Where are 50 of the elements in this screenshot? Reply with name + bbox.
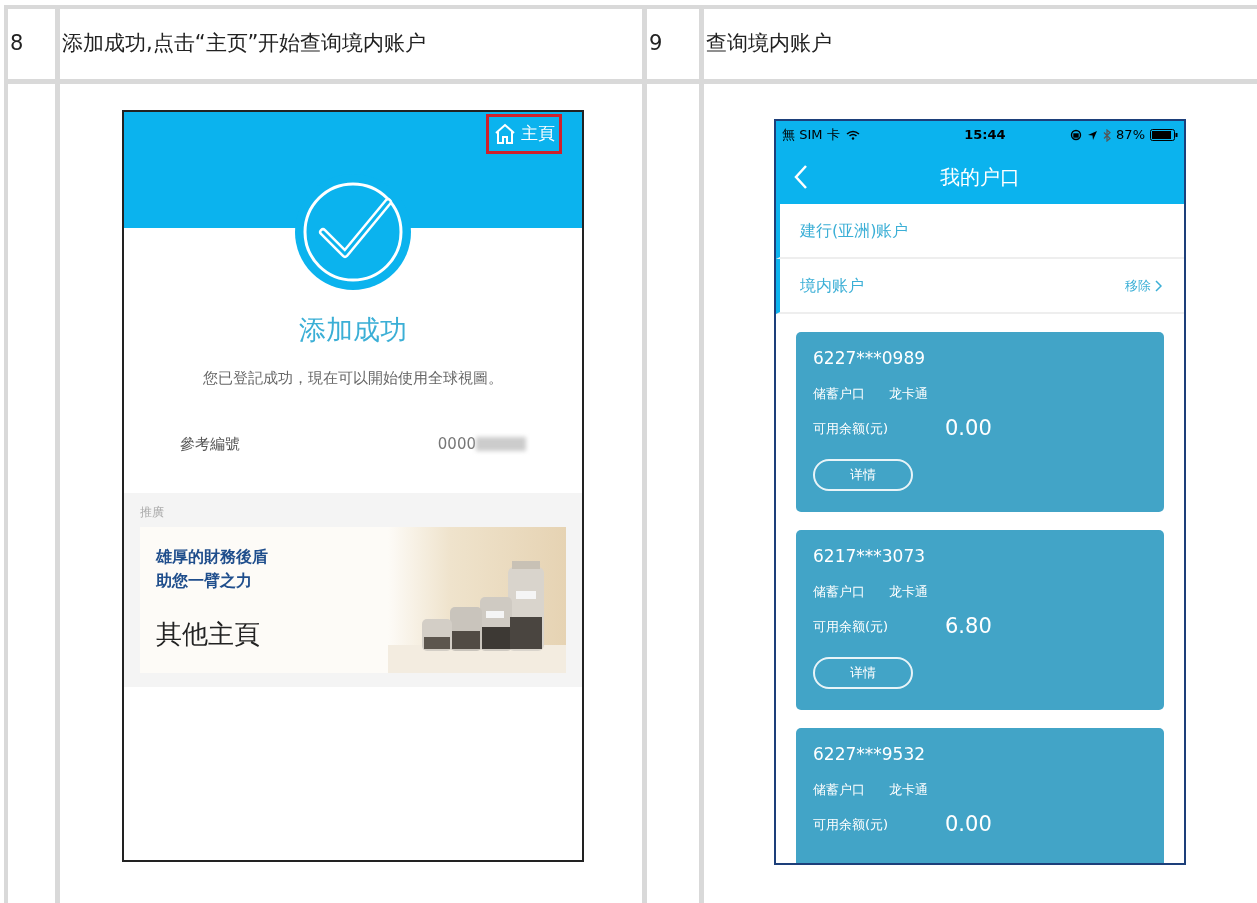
details-button[interactable]: 详情 (813, 656, 913, 689)
account-type: 储蓄户口 (813, 384, 865, 403)
promo-slogan: 助您一臂之力 (156, 570, 253, 592)
back-icon[interactable] (794, 163, 808, 190)
chevron-right-icon (1155, 279, 1162, 292)
balance-amount: 0.00 (945, 811, 992, 838)
account-number: 6217***3073 (813, 545, 927, 568)
account-number: 6227***0989 (813, 347, 927, 370)
promo-heading: 推廣 (140, 504, 165, 521)
redaction-blur (476, 437, 526, 451)
balance-amount: 0.00 (945, 415, 992, 442)
balance-label: 可用余额(元) (813, 618, 890, 636)
promo-link[interactable]: 其他主頁 (156, 615, 268, 654)
account-card[interactable]: 6227***0989 储蓄户口 龙卡通 可用余额(元) 0.00 详情 (796, 332, 1164, 512)
remove-link[interactable]: 移除 (1125, 275, 1162, 296)
clock-text: 15:44 (964, 126, 1006, 145)
screen-title: 我的户口 (939, 163, 1021, 191)
home-icon (493, 122, 517, 146)
carrier-text: 無 SIM 卡 (782, 126, 840, 145)
account-number: 6227***9532 (813, 743, 927, 766)
home-link[interactable]: 主頁 (486, 114, 562, 154)
wifi-icon (845, 130, 860, 140)
success-message: 您已登記成功，現在可以開始使用全球視圖。 (202, 367, 504, 389)
promo-slogan: 雄厚的財務後盾 (156, 546, 268, 568)
account-card[interactable]: 6227***9532 储蓄户口 龙卡通 可用余额(元) 0.00 (796, 728, 1164, 863)
reference-label: 參考編號 (180, 433, 240, 455)
section-row[interactable]: 建行(亚洲)账户 (776, 204, 1184, 259)
step-number: 9 (647, 9, 699, 79)
card-product: 龙卡通 (889, 384, 928, 403)
rotation-lock-icon (1070, 129, 1083, 141)
section-row[interactable]: 境内账户 移除 (776, 259, 1184, 314)
card-product: 龙卡通 (889, 780, 928, 799)
step-caption: 添加成功,点击“主页”开始查询境内账户 (60, 9, 642, 79)
balance-label: 可用余额(元) (813, 420, 890, 438)
account-type: 储蓄户口 (813, 780, 865, 799)
battery-icon (1150, 129, 1178, 141)
details-button[interactable]: 详情 (813, 458, 913, 491)
account-card[interactable]: 6217***3073 储蓄户口 龙卡通 可用余额(元) 6.80 详情 (796, 530, 1164, 710)
account-type: 储蓄户口 (813, 582, 865, 601)
success-title: 添加成功 (298, 313, 408, 347)
reference-value: 0000 (437, 433, 476, 455)
step-number: 8 (8, 9, 55, 79)
battery-text: 87% (1116, 126, 1145, 145)
balance-amount: 6.80 (945, 613, 992, 640)
step-caption: 查询境内账户 (704, 9, 1257, 79)
balance-label: 可用余额(元) (813, 816, 890, 834)
location-icon (1087, 129, 1099, 141)
card-product: 龙卡通 (889, 582, 928, 601)
promo-card[interactable]: 雄厚的財務後盾 助您一臂之力 其他主頁 (140, 527, 566, 673)
bluetooth-icon (1103, 128, 1112, 142)
